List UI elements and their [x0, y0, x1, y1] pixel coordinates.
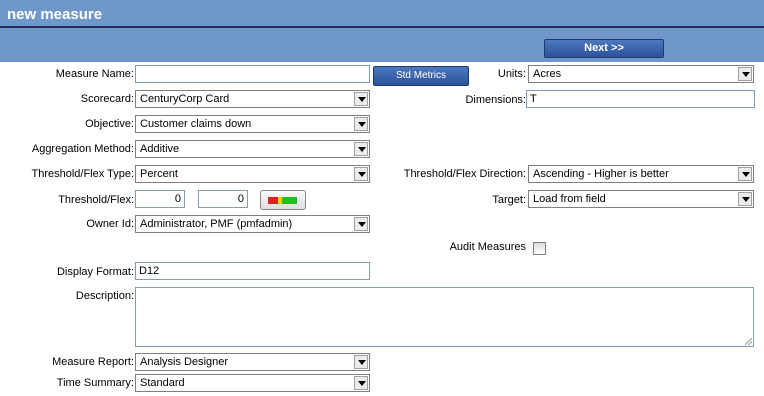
threshold-flex-type-select[interactable]: Percent [135, 165, 370, 183]
dimensions-input[interactable]: T [526, 90, 755, 108]
threshold-flex-button[interactable] [260, 190, 306, 210]
owner-id-select[interactable]: Administrator, PMF (pmfadmin) [135, 215, 370, 233]
resize-grip-icon[interactable] [745, 338, 752, 345]
threshold-flex-type-value: Percent [140, 168, 178, 180]
green-segment [282, 197, 297, 204]
objective-select[interactable]: Customer claims down [135, 115, 370, 133]
units-select[interactable]: Acres [528, 65, 754, 83]
measure-name-label: Measure Name: [55, 68, 134, 80]
chevron-down-icon[interactable] [354, 142, 368, 156]
chevron-down-icon[interactable] [354, 92, 368, 106]
red-yellow-green-bar-icon [268, 197, 278, 204]
measure-report-label: Measure Report: [52, 356, 134, 368]
aggregation-method-value: Additive [140, 143, 180, 155]
units-value: Acres [533, 68, 562, 80]
threshold-flex-label: Threshold/Flex: [58, 194, 134, 206]
dimensions-label: Dimensions: [465, 94, 526, 106]
audit-measures-label: Audit Measures [449, 241, 526, 253]
target-label: Target: [492, 194, 526, 206]
time-summary-value: Standard [140, 377, 185, 389]
threshold-flex-direction-value: Ascending - Higher is better [533, 168, 669, 180]
display-format-input[interactable]: D12 [135, 262, 370, 280]
target-value: Load from field [533, 193, 606, 205]
threshold-input[interactable]: 0 [135, 190, 185, 208]
aggregation-method-select[interactable]: Additive [135, 140, 370, 158]
chevron-down-icon[interactable] [738, 192, 752, 206]
description-textarea[interactable] [135, 287, 754, 347]
objective-label: Objective: [85, 118, 134, 130]
time-summary-label: Time Summary: [56, 377, 134, 389]
chevron-down-icon[interactable] [738, 167, 752, 181]
measure-report-value: Analysis Designer [140, 356, 229, 368]
chevron-down-icon[interactable] [354, 167, 368, 181]
scorecard-value: CenturyCorp Card [140, 93, 230, 105]
owner-id-label: Owner Id: [86, 218, 134, 230]
chevron-down-icon[interactable] [354, 376, 368, 390]
audit-measures-checkbox[interactable] [533, 242, 546, 255]
measure-report-select[interactable]: Analysis Designer [135, 353, 370, 371]
scorecard-label: Scorecard: [80, 93, 134, 105]
description-label: Description: [75, 290, 134, 302]
chevron-down-icon[interactable] [738, 67, 752, 81]
chevron-down-icon[interactable] [354, 355, 368, 369]
threshold-flex-direction-label: Threshold/Flex Direction: [403, 168, 526, 180]
chevron-down-icon[interactable] [354, 117, 368, 131]
threshold-flex-direction-select[interactable]: Ascending - Higher is better [528, 165, 754, 183]
measure-name-input[interactable] [135, 65, 370, 83]
units-label: Units: [497, 68, 526, 80]
scorecard-select[interactable]: CenturyCorp Card [135, 90, 370, 108]
threshold-flex-type-label: Threshold/Flex Type: [31, 168, 134, 180]
flex-input[interactable]: 0 [198, 190, 248, 208]
owner-id-value: Administrator, PMF (pmfadmin) [140, 218, 293, 230]
page-title: new measure [7, 6, 103, 23]
chevron-down-icon[interactable] [354, 217, 368, 231]
aggregation-method-label: Aggregation Method: [31, 143, 134, 155]
title-bar: new measure [0, 0, 764, 28]
time-summary-select[interactable]: Standard [135, 374, 370, 392]
std-metrics-button[interactable]: Std Metrics [373, 66, 469, 86]
objective-value: Customer claims down [140, 118, 252, 130]
next-button[interactable]: Next >> [544, 39, 664, 58]
display-format-label: Display Format: [56, 266, 134, 278]
target-select[interactable]: Load from field [528, 190, 754, 208]
